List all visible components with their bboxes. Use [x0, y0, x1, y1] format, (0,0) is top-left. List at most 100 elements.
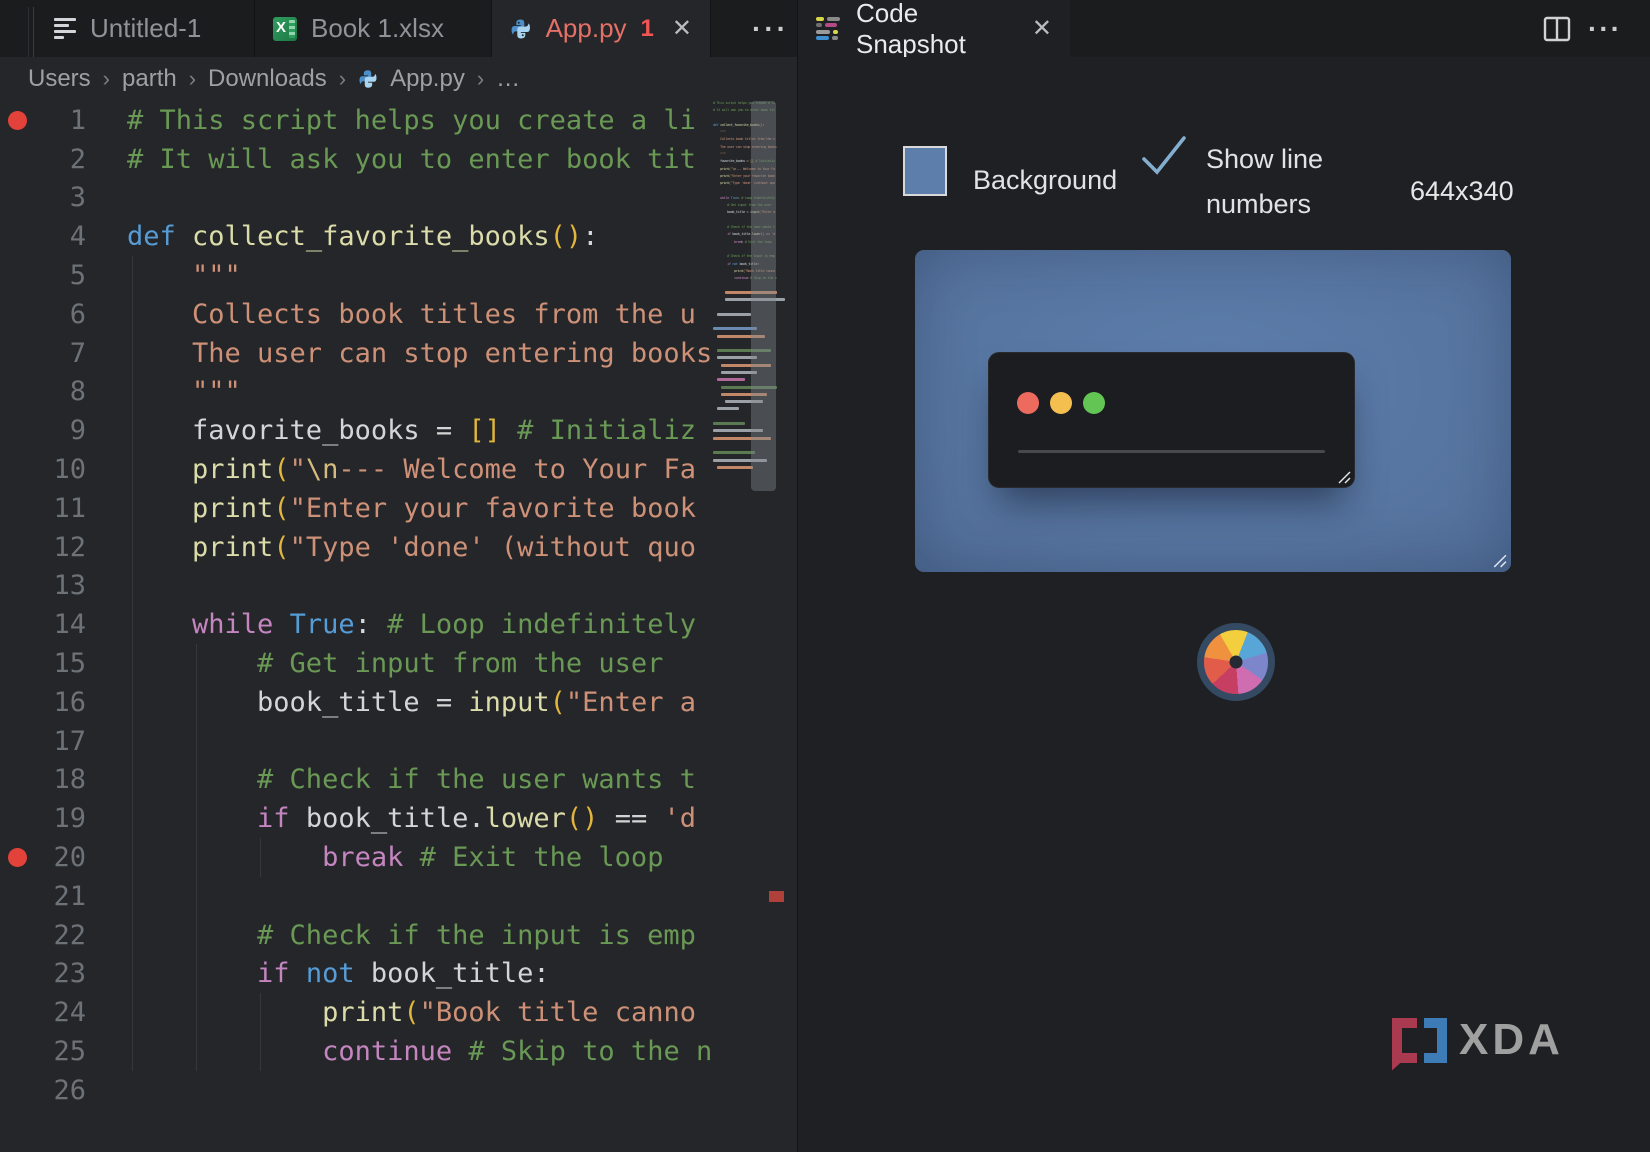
line-number: 21 — [0, 881, 86, 912]
breadcrumb-item[interactable]: Downloads — [208, 65, 327, 93]
code-token: The user can stop entering books — [127, 338, 712, 369]
tab-app-py[interactable]: App.py 1 ✕ — [492, 0, 711, 57]
code-token: # Initializ — [501, 415, 696, 446]
code-line[interactable]: 15 # Get input from the user — [0, 644, 797, 683]
background-color-swatch[interactable] — [903, 146, 947, 196]
gutter[interactable]: 26 — [0, 1071, 127, 1110]
code-line[interactable]: 26 — [0, 1071, 797, 1110]
gutter[interactable]: 10 — [0, 450, 127, 489]
code-line[interactable]: 21 — [0, 877, 797, 916]
code-token: () — [566, 803, 599, 834]
tab-book-xlsx[interactable]: Book 1.xlsx — [255, 0, 492, 57]
breadcrumb-item[interactable]: App.py — [390, 65, 465, 93]
code-token: ( — [273, 493, 289, 524]
code-line[interactable]: 14 while True: # Loop indefinitely — [0, 605, 797, 644]
gutter[interactable]: 6 — [0, 295, 127, 334]
xda-watermark: XDA — [1392, 1015, 1564, 1065]
code-line[interactable]: 3 — [0, 179, 797, 218]
panel-more-button[interactable]: ··· — [1588, 0, 1622, 57]
resize-handle-icon[interactable] — [1335, 468, 1351, 484]
line-number: 3 — [0, 182, 86, 213]
breadcrumb-item-symbol[interactable]: … — [496, 65, 520, 93]
code-line[interactable]: 12 print("Type 'done' (without quo — [0, 528, 797, 567]
code-line[interactable]: 2# It will ask you to enter book tit — [0, 140, 797, 179]
gutter[interactable]: 18 — [0, 761, 127, 800]
gutter[interactable]: 14 — [0, 605, 127, 644]
editor-panel-divider[interactable] — [797, 0, 798, 1152]
code-line[interactable]: 23 if not book_title: — [0, 955, 797, 994]
code-line[interactable]: 7 The user can stop entering books — [0, 334, 797, 373]
chevron-right-icon: › — [103, 66, 110, 92]
gutter[interactable]: 1 — [0, 101, 127, 140]
line-number: 26 — [0, 1075, 86, 1106]
preview-placeholder-line — [1018, 450, 1325, 453]
code-token: "Book title canno — [420, 997, 696, 1028]
code-line[interactable]: 16 book_title = input("Enter a — [0, 683, 797, 722]
code-line[interactable]: 17 — [0, 722, 797, 761]
gutter[interactable]: 23 — [0, 955, 127, 994]
code-line[interactable]: 11 print("Enter your favorite book — [0, 489, 797, 528]
gutter[interactable]: 13 — [0, 567, 127, 606]
code-line[interactable]: 22 # Check if the input is emp — [0, 916, 797, 955]
code-line[interactable]: 10 print("\n--- Welcome to Your Fa — [0, 450, 797, 489]
gutter[interactable]: 8 — [0, 373, 127, 412]
code-line[interactable]: 19 if book_title.lower() == 'd — [0, 799, 797, 838]
split-editor-button[interactable] — [1543, 0, 1571, 57]
code-token: : — [355, 609, 388, 640]
scrollbar-slider[interactable] — [751, 101, 776, 491]
breadcrumb-item[interactable]: parth — [122, 65, 177, 93]
gutter[interactable]: 9 — [0, 411, 127, 450]
resize-handle-icon[interactable] — [1490, 551, 1507, 568]
gutter[interactable]: 19 — [0, 799, 127, 838]
gutter[interactable]: 20 — [0, 838, 127, 877]
code-token — [127, 609, 192, 640]
editor-actions-button[interactable]: ··· — [752, 0, 789, 57]
code-line[interactable]: 20 break # Exit the loop — [0, 838, 797, 877]
tab-untitled-1[interactable]: Untitled-1 — [36, 0, 255, 57]
gutter[interactable]: 21 — [0, 877, 127, 916]
snapshot-preview[interactable] — [915, 250, 1511, 572]
line-number: 24 — [0, 997, 86, 1028]
gutter[interactable]: 3 — [0, 179, 127, 218]
code-token — [273, 609, 289, 640]
gutter[interactable]: 5 — [0, 256, 127, 295]
gutter[interactable]: 24 — [0, 993, 127, 1032]
code-line[interactable]: 5 """ — [0, 256, 797, 295]
gutter[interactable]: 16 — [0, 683, 127, 722]
code-line[interactable]: 25 continue # Skip to the n — [0, 1032, 797, 1071]
close-tab-icon[interactable]: ✕ — [672, 14, 692, 43]
background-label: Background — [973, 165, 1117, 196]
line-number: 14 — [0, 609, 86, 640]
gutter[interactable]: 15 — [0, 644, 127, 683]
tab-code-snapshot[interactable]: Code Snapshot ✕ — [798, 0, 1070, 57]
code-token: # Exit the loop — [403, 842, 663, 873]
code-line[interactable]: 1# This script helps you create a li — [0, 101, 797, 140]
checkmark-icon[interactable] — [1138, 131, 1190, 184]
gutter[interactable]: 12 — [0, 528, 127, 567]
gutter[interactable]: 11 — [0, 489, 127, 528]
code-token: Collects book titles from the u — [127, 299, 696, 330]
code-line[interactable]: 6 Collects book titles from the u — [0, 295, 797, 334]
gutter[interactable]: 17 — [0, 722, 127, 761]
gutter[interactable]: 25 — [0, 1032, 127, 1071]
code-line[interactable]: 18 # Check if the user wants t — [0, 761, 797, 800]
code-token: book_title: — [355, 958, 550, 989]
code-line[interactable]: 8 """ — [0, 373, 797, 412]
code-snapshot-panel: Background Show line numbers 644x340 — [798, 57, 1650, 1152]
minimap-line — [717, 466, 753, 469]
code-token: ( — [550, 687, 566, 718]
code-line[interactable]: 9 favorite_books = [] # Initializ — [0, 411, 797, 450]
code-lines: 1# This script helps you create a li2# I… — [0, 101, 797, 1110]
breadcrumb-item[interactable]: Users — [28, 65, 91, 93]
line-number: 16 — [0, 687, 86, 718]
indent-guide — [260, 993, 261, 1071]
gutter[interactable]: 4 — [0, 217, 127, 256]
code-line[interactable]: 24 print("Book title canno — [0, 993, 797, 1032]
gutter[interactable]: 2 — [0, 140, 127, 179]
code-line[interactable]: 13 — [0, 567, 797, 606]
gutter[interactable]: 7 — [0, 334, 127, 373]
code-line[interactable]: 4def collect_favorite_books(): — [0, 217, 797, 256]
close-tab-icon[interactable]: ✕ — [1032, 14, 1052, 43]
code-editor[interactable]: 1# This script helps you create a li2# I… — [0, 101, 797, 1152]
gutter[interactable]: 22 — [0, 916, 127, 955]
